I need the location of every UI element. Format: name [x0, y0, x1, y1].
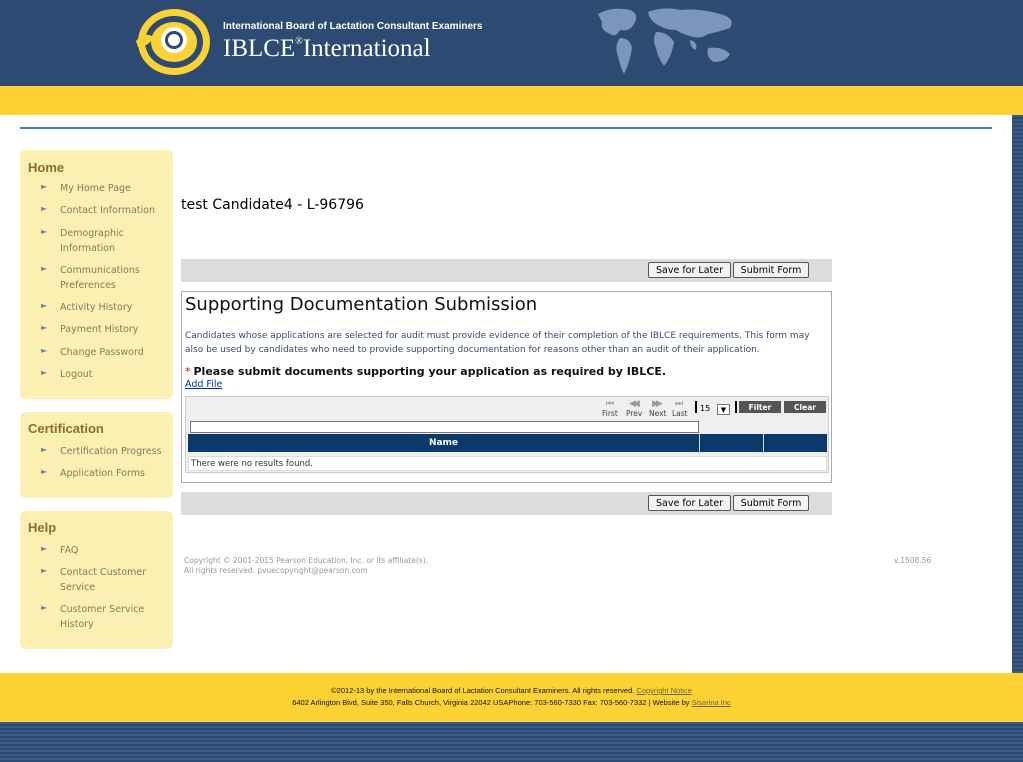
brand-main: IBLCE: [223, 35, 296, 62]
arrow-right-icon: ►: [41, 368, 48, 377]
save-for-later-button[interactable]: Save for Later: [648, 495, 731, 511]
version-label: v.1508.56: [894, 556, 932, 565]
arrow-right-icon: ►: [41, 204, 48, 213]
pager-separator: [735, 401, 737, 413]
pearson-copyright: Copyright © 2001-2015 Pearson Education,…: [184, 556, 428, 576]
sidebar-certification-section: Certification ► Certification Progress ►…: [20, 412, 173, 498]
panel-description: Candidates whose applications are select…: [185, 331, 810, 355]
next-page-icon[interactable]: ▶▶: [652, 399, 663, 409]
copyright-line: All rights reserved. pvuecopyright@pears…: [184, 566, 368, 575]
sidebar-home-section: Home ► My Home Page ► Contact Informatio…: [20, 150, 173, 399]
right-edge-stripe: [1012, 115, 1023, 673]
column-divider: [763, 434, 764, 452]
arrow-right-icon: ►: [41, 227, 48, 236]
sidebar-item-label[interactable]: FAQ: [60, 543, 170, 558]
copyright-notice-link[interactable]: Copyright Notice: [636, 686, 691, 695]
required-note-text: Please submit documents supporting your …: [193, 365, 667, 378]
sidebar-item-label[interactable]: Logout: [60, 367, 170, 382]
arrow-right-icon: ►: [41, 544, 48, 553]
footer-address: 6402 Arlington Blvd, Suite 350, Falls Ch…: [0, 698, 1023, 707]
sidebar-item-label[interactable]: Demographic Information: [60, 226, 140, 256]
org-name: International Board of Lactation Consult…: [223, 21, 483, 32]
arrow-right-icon: ►: [41, 445, 48, 454]
pager-separator: [695, 401, 697, 413]
sidebar-item-label[interactable]: Contact Customer Service: [60, 565, 150, 595]
grid-empty-message: There were no results found.: [188, 456, 827, 471]
arrow-right-icon: ►: [41, 301, 48, 310]
sidebar-item-label[interactable]: Contact Information: [60, 203, 170, 218]
pager-last-label[interactable]: Last: [672, 409, 688, 418]
sidebar-item-label[interactable]: My Home Page: [60, 181, 170, 196]
sidebar-item-label[interactable]: Communications Preferences: [60, 263, 150, 293]
add-file-link[interactable]: Add File: [185, 379, 222, 390]
prev-page-icon[interactable]: ◀◀: [629, 399, 640, 409]
column-header-name[interactable]: Name: [188, 434, 699, 452]
arrow-right-icon: ►: [41, 603, 48, 612]
save-for-later-button[interactable]: Save for Later: [648, 262, 731, 278]
footer-copyright-text: ©2012-13 by the International Board of L…: [331, 686, 635, 695]
supporting-documentation-panel: Supporting Documentation Submission Cand…: [181, 291, 832, 483]
arrow-right-icon: ►: [41, 264, 48, 273]
sidebar-heading-home[interactable]: Home: [28, 160, 64, 175]
top-button-bar: Save for Later Submit Form: [181, 259, 832, 282]
arrow-right-icon: ►: [41, 346, 48, 355]
arrow-right-icon: ►: [41, 566, 48, 575]
sidebar-item-label[interactable]: Payment History: [60, 322, 170, 337]
clear-button[interactable]: Clear: [784, 401, 826, 413]
site-header: International Board of Lactation Consult…: [0, 0, 1023, 86]
pager-first-label[interactable]: First: [602, 409, 618, 418]
world-map-icon: [598, 8, 732, 74]
brand-name: IBLCE®International: [223, 35, 431, 63]
header-accent-band: [0, 86, 1023, 115]
chevron-down-icon[interactable]: ▼: [717, 404, 730, 415]
sidebar-item-label[interactable]: Activity History: [60, 300, 170, 315]
grid-header-row: Name: [188, 434, 827, 452]
sidebar-heading-help[interactable]: Help: [28, 520, 56, 535]
filter-button[interactable]: Filter: [739, 401, 781, 413]
bottom-button-bar: Save for Later Submit Form: [181, 492, 832, 515]
sidebar-help-section: Help ► FAQ ► Contact Customer Service ► …: [20, 511, 173, 649]
column-divider: [699, 434, 700, 452]
iblce-logo-icon[interactable]: [130, 7, 212, 77]
arrow-right-icon: ►: [41, 467, 48, 476]
footer-address-text: 6402 Arlington Blvd, Suite 350, Falls Ch…: [292, 698, 690, 707]
brand-tail: International: [302, 35, 431, 62]
required-asterisk: *: [185, 365, 191, 378]
pager-prev-label[interactable]: Prev: [626, 409, 642, 418]
bottom-band: [0, 722, 1023, 762]
sisarina-link[interactable]: Sisarina Inc: [692, 698, 731, 707]
documents-grid: ⏮ First ◀◀ Prev ▶▶ Next ⏭ Last 15 ▼ Filt…: [185, 396, 829, 473]
last-page-icon[interactable]: ⏭: [675, 399, 683, 409]
submit-form-button[interactable]: Submit Form: [733, 262, 809, 278]
page-title: test Candidate4 - L-96796: [181, 197, 364, 213]
sidebar-item-label[interactable]: Certification Progress: [60, 444, 170, 459]
header-divider: [20, 127, 992, 129]
sidebar-item-label[interactable]: Customer Service History: [60, 602, 150, 632]
submit-form-button[interactable]: Submit Form: [733, 495, 809, 511]
copyright-line: Copyright © 2001-2015 Pearson Education,…: [184, 556, 429, 565]
site-footer: ©2012-13 by the International Board of L…: [0, 673, 1023, 722]
page-size-value[interactable]: 15: [700, 404, 710, 413]
arrow-right-icon: ►: [41, 182, 48, 191]
first-page-icon[interactable]: ⏮: [606, 399, 614, 409]
panel-title: Supporting Documentation Submission: [185, 294, 538, 315]
arrow-right-icon: ►: [41, 323, 48, 332]
registered-mark: ®: [295, 36, 303, 47]
name-filter-input[interactable]: [190, 421, 699, 433]
required-note: * Please submit documents supporting your…: [185, 365, 666, 378]
pager-next-label[interactable]: Next: [649, 409, 666, 418]
sidebar-item-label[interactable]: Change Password: [60, 345, 170, 360]
footer-copyright: ©2012-13 by the International Board of L…: [0, 686, 1023, 695]
sidebar-item-label[interactable]: Application Forms: [60, 466, 170, 481]
sidebar-heading-certification[interactable]: Certification: [28, 421, 104, 436]
